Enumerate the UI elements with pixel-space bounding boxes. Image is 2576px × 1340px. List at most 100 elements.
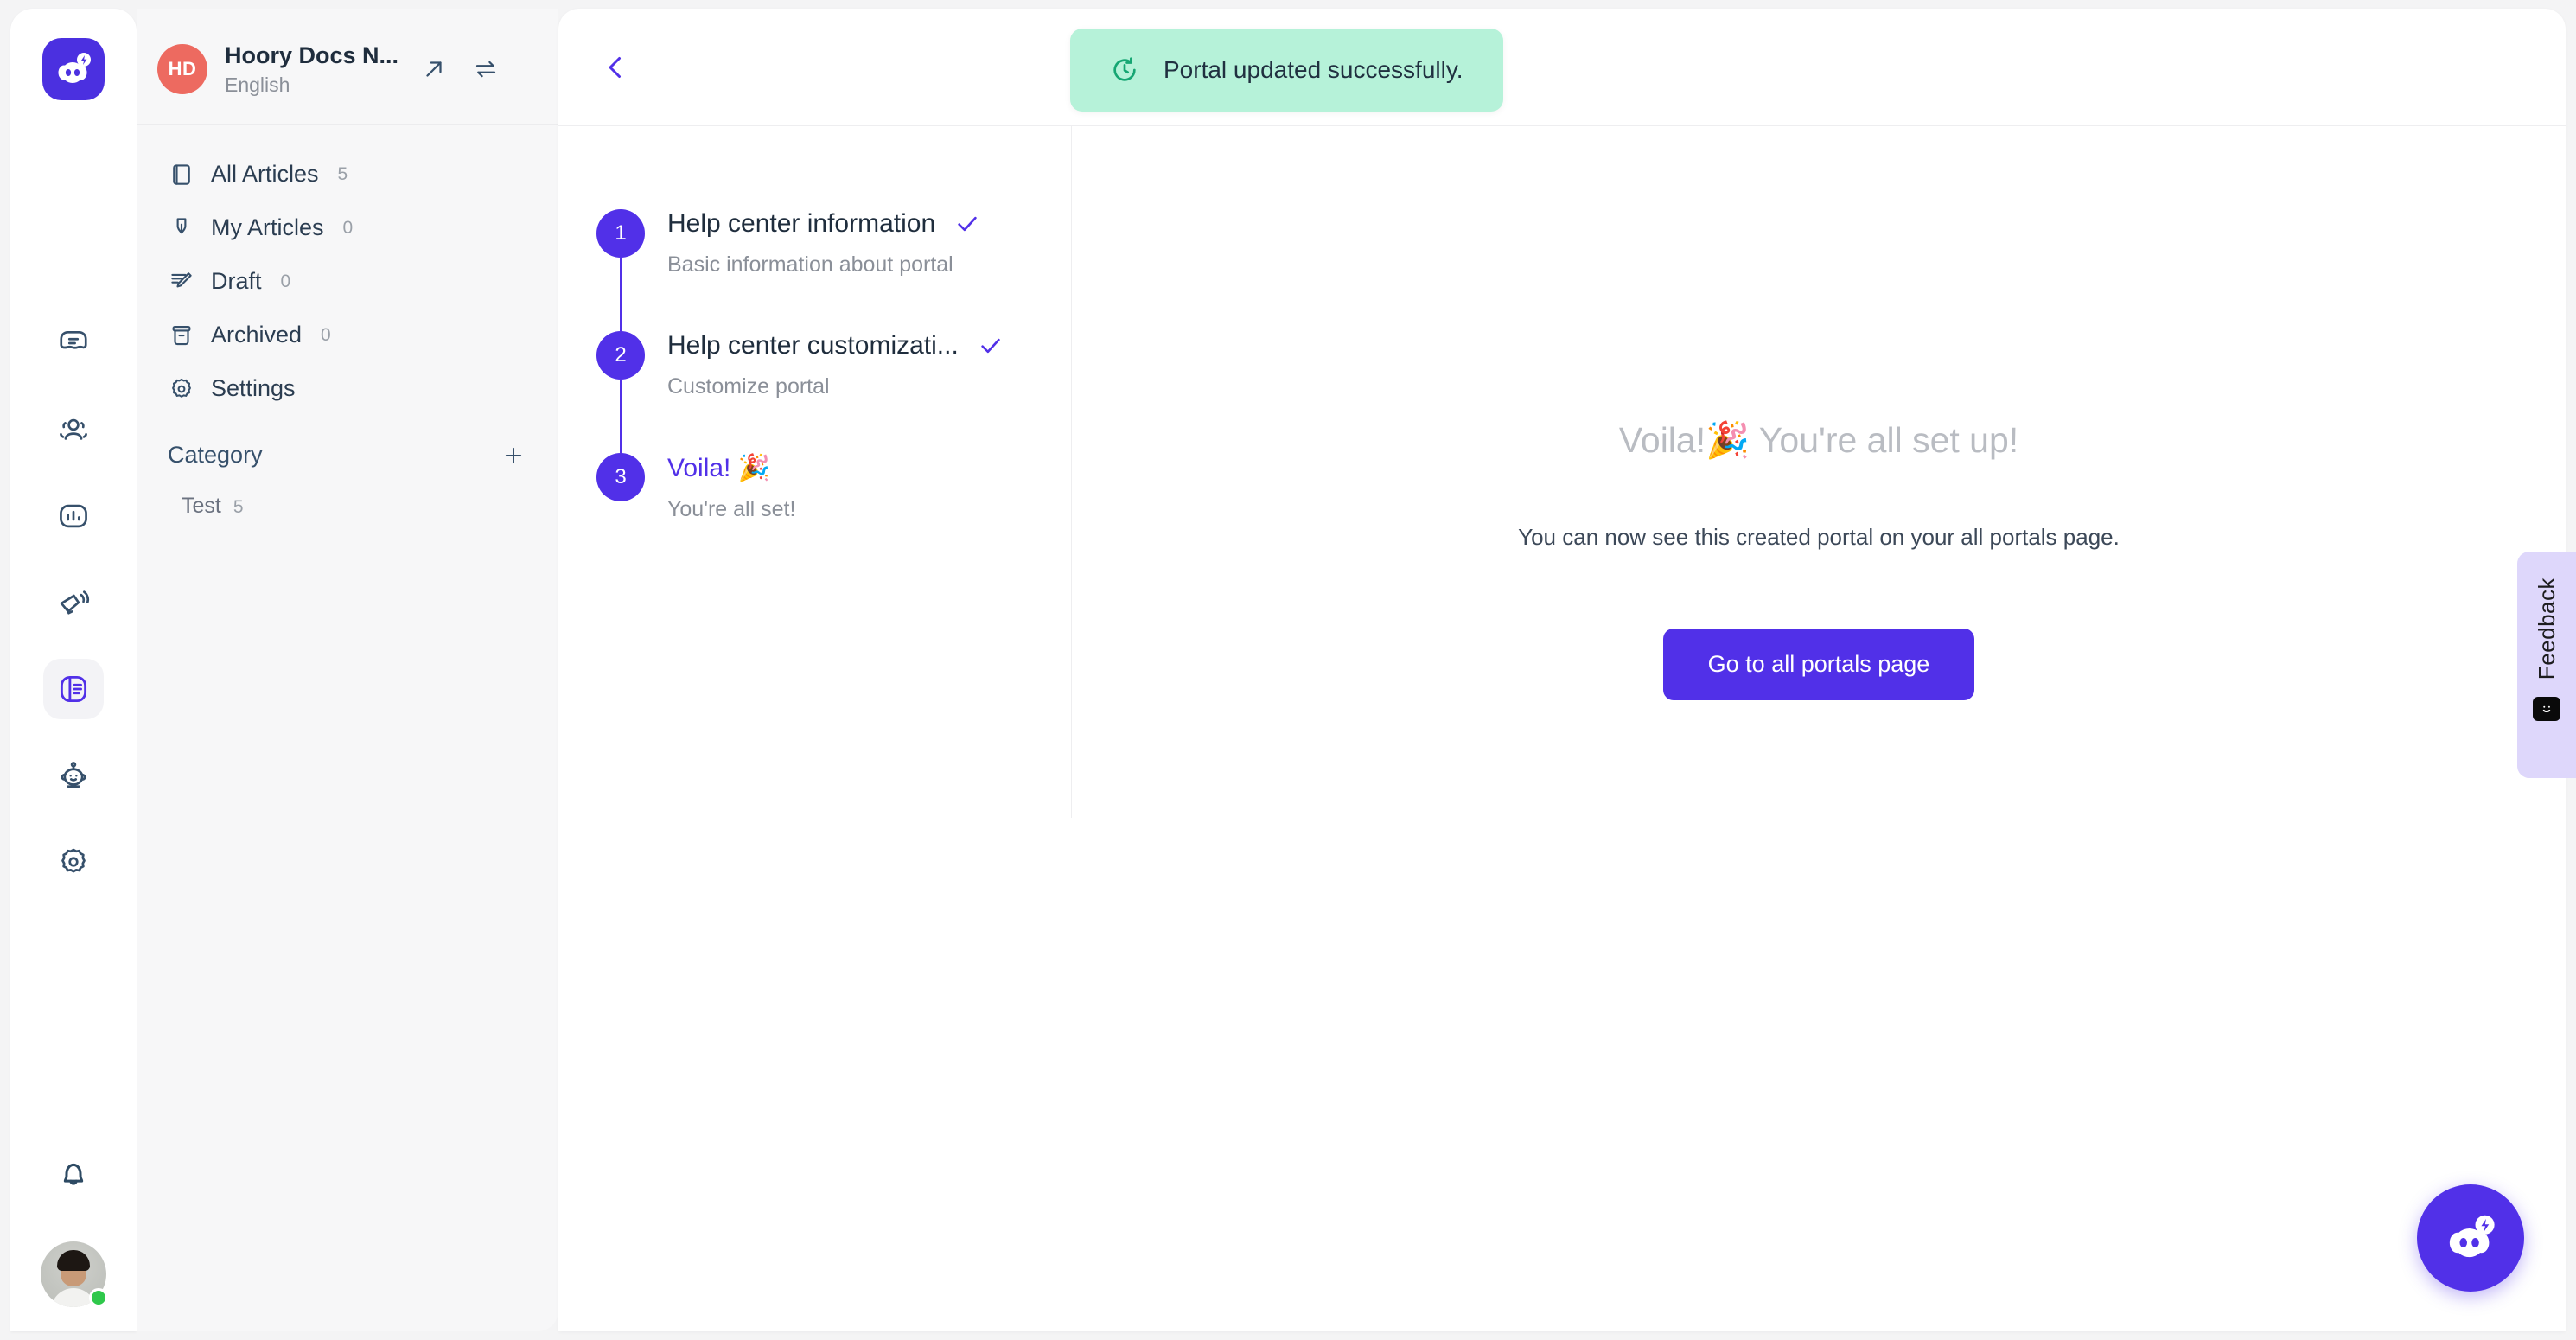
smiley-icon xyxy=(2533,697,2560,722)
hoory-logo[interactable] xyxy=(42,38,105,100)
step-rail: 2 xyxy=(596,331,645,453)
archive-box-icon xyxy=(168,322,195,349)
step-title-row: Voila! 🎉 xyxy=(667,453,795,483)
step-title: Help center customizati... xyxy=(667,331,959,360)
sidebar-item-label: Settings xyxy=(211,375,296,402)
content-area: Voila!🎉 You're all set up! You can now s… xyxy=(1072,126,2566,1330)
step-rail: 1 xyxy=(596,209,645,331)
avatar[interactable] xyxy=(41,1241,108,1307)
swap-portals-icon[interactable] xyxy=(471,54,501,84)
step-rail: 3 xyxy=(596,453,645,576)
gear-icon xyxy=(57,845,90,878)
sidebar-item-my-articles[interactable]: My Articles 0 xyxy=(156,201,539,255)
pen-nib-icon xyxy=(168,214,195,242)
main-panel: 1 Help center information Basic informat… xyxy=(558,9,2566,1331)
external-link-arrow-icon[interactable] xyxy=(419,54,449,84)
rail-nav xyxy=(43,313,104,892)
toast-message: Portal updated successfully. xyxy=(1164,56,1463,83)
chevron-left-icon xyxy=(600,52,631,83)
notifications-button[interactable] xyxy=(43,1143,104,1203)
sidebar-item-archived[interactable]: Archived 0 xyxy=(156,309,539,362)
refresh-clock-icon xyxy=(1110,55,1139,85)
go-to-all-portals-button[interactable]: Go to all portals page xyxy=(1662,629,1975,700)
portal-titles: Hoory Docs N... English xyxy=(225,41,399,97)
sidebar-item-label: Draft xyxy=(211,268,262,295)
sidebar-item-campaigns[interactable] xyxy=(43,572,104,633)
app-root: HD Hoory Docs N... English All Articles … xyxy=(0,0,2576,1340)
check-icon xyxy=(978,333,1004,359)
knowledge-base-sidebar: HD Hoory Docs N... English All Articles … xyxy=(137,9,558,1331)
plus-icon[interactable] xyxy=(500,442,527,469)
chat-widget-button[interactable] xyxy=(2417,1184,2524,1292)
step-number: 2 xyxy=(596,331,645,380)
portal-initials: HD xyxy=(157,43,207,94)
category-name: Test xyxy=(182,493,221,518)
main-header xyxy=(558,9,2566,126)
status-badge xyxy=(89,1288,108,1307)
sidebar-item-count: 0 xyxy=(342,217,354,238)
reports-bar-chart-icon xyxy=(57,500,90,533)
robot-icon xyxy=(57,759,90,792)
portal-name: Hoory Docs N... xyxy=(225,42,399,68)
hoory-mascot-icon xyxy=(2443,1213,2498,1263)
portal-actions xyxy=(419,54,501,84)
setup-steps: 1 Help center information Basic informat… xyxy=(558,126,1072,818)
knowledge-base-icon xyxy=(57,673,90,705)
step-body: Help center customizati... Customize por… xyxy=(667,331,1004,453)
sidebar-item-label: Archived xyxy=(211,322,303,348)
step-number: 1 xyxy=(596,209,645,258)
category-count: 5 xyxy=(233,496,244,517)
gear-icon xyxy=(168,375,195,403)
sidebar-item-contacts[interactable] xyxy=(43,399,104,460)
sidebar-item-assistant[interactable] xyxy=(43,745,104,806)
step-connector xyxy=(619,258,622,331)
conversations-icon xyxy=(57,327,90,360)
step-3[interactable]: 3 Voila! 🎉 You're all set! xyxy=(596,453,1071,576)
feedback-label: Feedback xyxy=(2533,577,2560,680)
icon-rail xyxy=(10,9,137,1331)
step-description: Customize portal xyxy=(667,374,830,399)
step-number: 3 xyxy=(596,453,645,501)
portal-locale: English xyxy=(225,73,290,96)
step-title: Help center information xyxy=(667,209,936,238)
sidebar-item-label: All Articles xyxy=(211,161,319,188)
bell-icon xyxy=(56,1156,91,1190)
check-icon xyxy=(954,211,980,237)
step-title: Voila! 🎉 xyxy=(667,454,771,482)
sidebar-item-reports[interactable] xyxy=(43,486,104,546)
sidebar-item-conversations[interactable] xyxy=(43,313,104,373)
sidebar-nav: All Articles 5 My Articles 0 Draft 0 Arc… xyxy=(137,125,558,416)
step-body: Voila! 🎉 You're all set! xyxy=(667,453,795,576)
list-item[interactable]: Test 5 xyxy=(137,469,558,519)
sidebar-item-settings[interactable] xyxy=(43,832,104,892)
draft-pencil-icon xyxy=(168,268,195,296)
rail-bottom xyxy=(41,1143,108,1307)
book-icon xyxy=(168,161,195,188)
sidebar-item-all-articles[interactable]: All Articles 5 xyxy=(156,148,539,201)
feedback-tab[interactable]: Feedback xyxy=(2517,552,2576,778)
step-description: Basic information about portal xyxy=(667,252,953,277)
step-1[interactable]: 1 Help center information Basic informat… xyxy=(596,209,1071,331)
category-header: Category xyxy=(137,416,558,469)
sidebar-item-settings[interactable]: Settings xyxy=(156,362,539,416)
step-title-row: Help center information xyxy=(667,209,980,239)
sidebar-item-count: 0 xyxy=(280,271,291,291)
step-2[interactable]: 2 Help center customizati... Customize p… xyxy=(596,331,1071,453)
contacts-icon xyxy=(57,413,90,446)
megaphone-icon xyxy=(57,586,90,619)
page-title: Voila!🎉 You're all set up! xyxy=(1618,420,2019,460)
step-connector xyxy=(619,380,622,453)
sidebar-item-label: My Articles xyxy=(211,214,324,241)
back-button[interactable] xyxy=(595,47,636,88)
sidebar-item-knowledge-base[interactable] xyxy=(43,659,104,719)
step-title-row: Help center customizati... xyxy=(667,331,1004,361)
toast-notification: Portal updated successfully. xyxy=(1070,29,1503,112)
page-subtitle: You can now see this created portal on y… xyxy=(1518,524,2120,550)
category-title: Category xyxy=(168,442,263,469)
main-body: 1 Help center information Basic informat… xyxy=(558,126,2566,1330)
step-description: You're all set! xyxy=(667,497,796,521)
sidebar-item-draft[interactable]: Draft 0 xyxy=(156,255,539,309)
step-body: Help center information Basic informatio… xyxy=(667,209,980,331)
sidebar-item-count: 0 xyxy=(321,324,331,345)
sidebar-item-count: 5 xyxy=(337,163,348,184)
